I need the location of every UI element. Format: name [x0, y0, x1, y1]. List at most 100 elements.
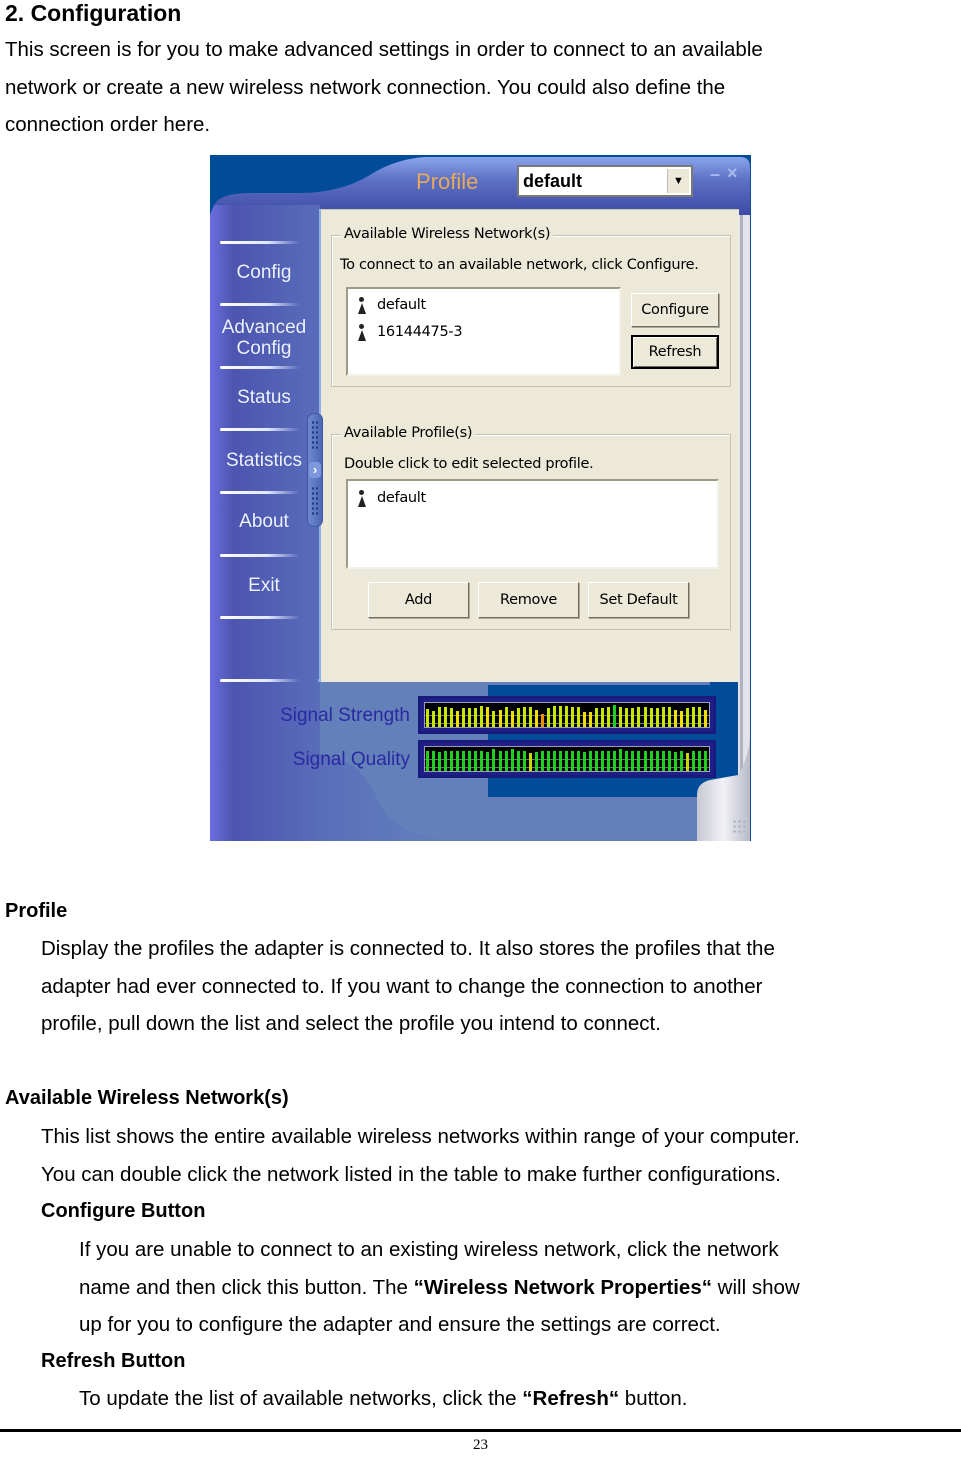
meter-bar — [426, 709, 429, 727]
chevron-right-icon: › — [309, 462, 321, 478]
list-item[interactable]: default — [356, 488, 426, 508]
nav-divider — [220, 303, 300, 306]
meter-bar — [546, 708, 550, 727]
configure-button[interactable]: Configure — [631, 293, 719, 327]
nav-divider — [220, 554, 300, 557]
chevron-down-icon[interactable]: ▼ — [667, 169, 689, 193]
meter-bar — [504, 707, 508, 727]
wireless-networks-group: Available Wireless Network(s) To connect… — [331, 226, 731, 387]
meter-bar — [528, 707, 532, 727]
refresh-button-description: To update the list of available networks… — [79, 1380, 688, 1418]
signal-strength-meter — [418, 696, 716, 734]
text-line: This list shows the entire available wir… — [41, 1125, 800, 1148]
meter-bar — [522, 707, 526, 727]
signal-strength-label: Signal Strength — [280, 705, 410, 726]
meter-bar — [552, 751, 556, 771]
meter-bar — [474, 751, 478, 771]
sidebar-item-advanced-config[interactable]: Advanced Config — [210, 317, 318, 359]
list-item[interactable]: default — [356, 295, 426, 315]
meter-bar — [564, 706, 568, 727]
meter-bar — [438, 707, 442, 727]
meter-bar — [577, 751, 581, 771]
meter-bar — [583, 752, 587, 771]
meter-bar — [456, 711, 460, 727]
sidebar-item-config[interactable]: Config — [210, 262, 318, 283]
meter-bar — [426, 751, 429, 771]
meter-bar — [661, 707, 665, 727]
profile-select[interactable]: default ▼ — [517, 165, 693, 197]
wireless-heading: Available Wireless Network(s) — [5, 1087, 289, 1109]
bold-term: “Wireless Network Properties“ — [413, 1275, 712, 1299]
meter-bar — [498, 710, 502, 727]
sidebar-item-statistics[interactable]: Statistics — [210, 450, 318, 471]
meter-bar — [607, 707, 611, 727]
meter-bar — [534, 710, 538, 727]
section-title: 2. Configuration — [5, 0, 182, 26]
meter-bar — [691, 707, 695, 727]
meter-bar — [504, 751, 508, 771]
wireless-network-list[interactable]: default 16144475-3 — [346, 287, 621, 376]
profile-list[interactable]: default — [346, 479, 719, 569]
meter-bar — [685, 708, 689, 727]
group-legend: Available Profile(s) — [341, 425, 476, 441]
grip-dots — [311, 486, 319, 516]
meter-bar — [498, 751, 502, 771]
meter-bar — [655, 751, 659, 771]
meter-bar — [643, 751, 647, 771]
nav-divider — [220, 428, 300, 431]
meter-bar — [685, 753, 689, 771]
meter-bar — [534, 752, 538, 771]
meter-bar — [462, 708, 466, 727]
meter-bar — [637, 751, 641, 771]
set-default-button[interactable]: Set Default — [588, 582, 689, 618]
meter-bar — [564, 751, 568, 771]
remove-button[interactable]: Remove — [478, 582, 579, 618]
meter-bar — [655, 708, 659, 727]
meter-bar — [649, 751, 653, 771]
meter-bar — [571, 751, 575, 771]
meter-bar — [486, 707, 490, 727]
meter-bar — [613, 705, 617, 727]
meter-bar — [583, 712, 587, 727]
meter-bar — [631, 751, 635, 771]
meter-bar — [607, 751, 611, 771]
meter-bar — [552, 706, 556, 727]
text-line: name and then click this button. The “Wi… — [79, 1269, 800, 1307]
profile-title: Profile — [416, 169, 479, 194]
signal-quality-meter — [418, 740, 716, 778]
profile-heading: Profile — [5, 900, 68, 922]
meter-bar — [679, 751, 683, 771]
sidebar-item-exit[interactable]: Exit — [210, 575, 318, 596]
footer-divider — [0, 1429, 961, 1432]
collapse-handle[interactable]: › — [307, 413, 323, 527]
intro-line: connection order here. — [5, 113, 211, 136]
meter-bar — [691, 751, 695, 771]
minimize-icon[interactable]: – — [710, 165, 724, 183]
meter-bar — [637, 707, 641, 727]
profile-icon — [356, 489, 368, 507]
sidebar-item-status[interactable]: Status — [210, 387, 318, 408]
list-item[interactable]: 16144475-3 — [356, 322, 463, 342]
wireless-utility-window: Profile default ▼ – × Config Advanced Co… — [210, 155, 751, 841]
meter-bar — [673, 710, 677, 727]
meter-bar — [661, 751, 665, 771]
resize-grip-icon[interactable] — [732, 819, 746, 833]
meter-bar — [444, 751, 448, 771]
signal-quality-label: Signal Quality — [292, 749, 410, 770]
meter-bar — [468, 751, 472, 771]
text-span: button. — [619, 1387, 688, 1410]
meter-bar — [558, 751, 562, 771]
network-icon — [356, 296, 368, 314]
network-name: default — [377, 297, 426, 313]
sidebar-item-about[interactable]: About — [210, 511, 318, 532]
close-icon[interactable]: × — [727, 164, 743, 182]
meter-bar — [697, 751, 701, 771]
configure-button-description: If you are unable to connect to an exist… — [79, 1231, 800, 1344]
grip-dots — [311, 420, 319, 450]
refresh-button[interactable]: Refresh — [631, 335, 719, 369]
add-button[interactable]: Add — [368, 582, 469, 618]
meter-bar — [540, 714, 544, 727]
text-span: will show — [711, 1275, 800, 1299]
meter-bar — [571, 707, 575, 727]
sidebar-item-label: Config — [236, 338, 292, 359]
